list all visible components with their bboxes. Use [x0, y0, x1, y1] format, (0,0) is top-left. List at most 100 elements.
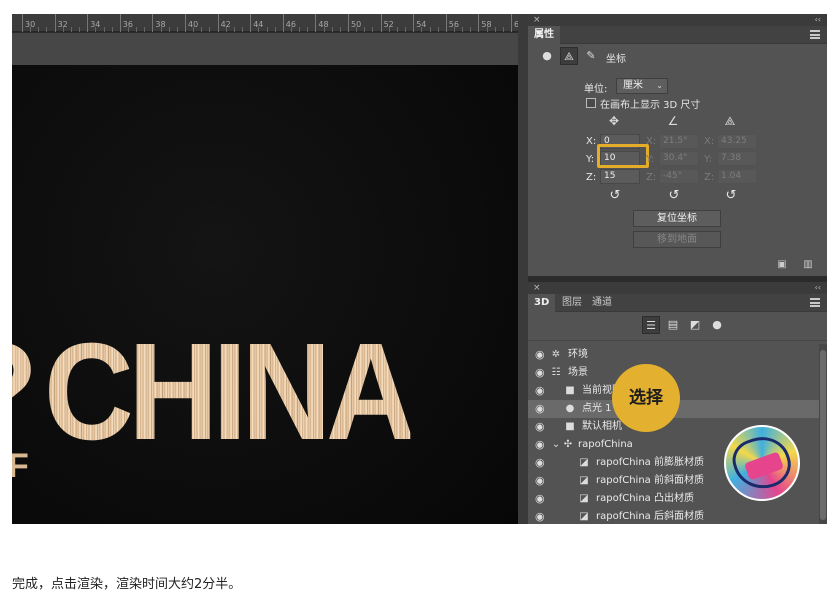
- ruler-major-tick: [22, 14, 23, 32]
- tab-properties[interactable]: 属性: [528, 26, 560, 44]
- ruler-minor-tick: [209, 27, 211, 32]
- eye-icon[interactable]: ◉: [535, 364, 545, 382]
- filter-divider: [528, 340, 827, 341]
- ruler-minor-tick: [396, 27, 398, 32]
- watermark-logo: [724, 425, 800, 501]
- properties-panel: × ‹‹ 属性 ● ⟁ ✎ 坐标 单位: 厘米 ⌄ 在画布上显示 3D 尺寸 ✥…: [528, 14, 827, 276]
- ruler-minor-tick: [364, 27, 366, 32]
- tab-3d[interactable]: 3D: [528, 294, 556, 312]
- eye-icon[interactable]: ◉: [535, 436, 545, 454]
- ruler-minor-tick: [421, 27, 423, 32]
- light-bulb-icon: ●: [565, 403, 575, 414]
- meshes-filter-icon[interactable]: ▤: [664, 316, 682, 334]
- layer-row[interactable]: ◉ ☷ 场景: [528, 364, 827, 382]
- layer-row[interactable]: ◉ ✲ 环境: [528, 346, 827, 364]
- ruler-minor-tick: [111, 27, 113, 32]
- scale-x-field[interactable]: 43.25: [717, 134, 757, 149]
- move-to-ground-button[interactable]: 移到地面: [633, 231, 721, 248]
- ruler-major-tick: [380, 14, 382, 32]
- ruler-minor-tick: [388, 27, 390, 32]
- rotation-y-label: Y:: [646, 154, 655, 165]
- document-canvas[interactable]: ? CHINA F: [12, 65, 518, 524]
- ruler-major-tick: [315, 14, 317, 32]
- light-bulb-icon[interactable]: ●: [538, 47, 556, 65]
- horizontal-ruler: 30323436384042444648505254565860: [12, 14, 537, 32]
- select-callout-badge: 选择: [612, 364, 680, 432]
- scale-y-label: Y:: [704, 154, 713, 165]
- material-icon: ◪: [579, 475, 589, 486]
- eye-icon[interactable]: ◉: [535, 454, 545, 472]
- ruler-major-tick: [445, 14, 447, 32]
- ruler-minor-tick: [38, 27, 40, 32]
- document-pasteboard: [12, 33, 518, 65]
- layer-row[interactable]: ◉ ◪ rapofChina 后斜面材质: [528, 508, 827, 524]
- rotation-x-field[interactable]: 21.5°: [659, 134, 699, 149]
- ruler-minor-tick: [437, 27, 439, 32]
- tab-layers[interactable]: 图层: [562, 294, 582, 312]
- rotation-y-field[interactable]: 30.4°: [659, 151, 699, 166]
- show-3d-size-label: 在画布上显示 3D 尺寸: [600, 100, 701, 111]
- panel-menu-icon[interactable]: [810, 30, 820, 39]
- collapse-panel-icon[interactable]: ‹‹: [815, 282, 821, 294]
- panel-menu-icon[interactable]: [810, 298, 820, 307]
- collapse-panel-icon[interactable]: ‹‹: [815, 14, 821, 26]
- scrollbar-thumb[interactable]: [820, 350, 826, 520]
- eye-icon[interactable]: ◉: [535, 472, 545, 490]
- ruler-minor-tick: [299, 27, 301, 32]
- ruler-minor-tick: [242, 27, 244, 32]
- ruler-minor-tick: [225, 27, 227, 32]
- 3d-panel-bar: × ‹‹: [528, 282, 827, 294]
- show-3d-size-checkbox[interactable]: [586, 98, 596, 108]
- render-icon[interactable]: ▣: [776, 259, 788, 270]
- eye-icon[interactable]: ◉: [535, 346, 545, 364]
- eye-icon[interactable]: ◉: [535, 490, 545, 508]
- scale-icon: ⟁: [724, 114, 736, 128]
- mode-label: 坐标: [606, 54, 626, 65]
- trash-icon[interactable]: ▥: [802, 259, 814, 270]
- chevron-down-icon[interactable]: ⌄: [550, 436, 562, 454]
- properties-mode-bar: ● ⟁ ✎ 坐标: [528, 45, 827, 67]
- unit-select[interactable]: 厘米 ⌄: [616, 78, 668, 94]
- eye-icon[interactable]: ◉: [535, 418, 545, 436]
- move-position-icon: ✥: [608, 114, 620, 128]
- scale-z-field[interactable]: 1.04: [717, 169, 757, 184]
- eye-icon[interactable]: ◉: [535, 400, 545, 418]
- eye-icon[interactable]: ◉: [535, 508, 545, 524]
- ruler-minor-tick: [307, 27, 309, 32]
- close-panel-icon[interactable]: ×: [533, 14, 541, 26]
- layers-scrollbar[interactable]: [819, 344, 827, 524]
- coordinates-mode-icon[interactable]: ⟁: [560, 47, 578, 65]
- material-icon: ◪: [579, 511, 589, 522]
- position-z-label: Z:: [586, 172, 597, 183]
- brush-icon[interactable]: ✎: [582, 47, 600, 65]
- ruler-minor-tick: [331, 27, 333, 32]
- ruler-minor-tick: [462, 27, 464, 32]
- ruler-minor-tick: [429, 27, 431, 32]
- tab-channels[interactable]: 通道: [592, 294, 612, 312]
- scale-y-field[interactable]: 7.38: [717, 151, 757, 166]
- close-panel-icon[interactable]: ×: [533, 282, 541, 294]
- ruler-minor-tick: [372, 27, 374, 32]
- ruler-minor-tick: [258, 27, 260, 32]
- reset-rotation-icon[interactable]: ↺: [664, 188, 684, 203]
- ruler-minor-tick: [290, 27, 292, 32]
- 3d-filter-bar: ☰ ▤ ◩ ●: [528, 312, 827, 338]
- ruler-minor-tick: [144, 27, 146, 32]
- reset-scale-icon[interactable]: ↺: [721, 188, 741, 203]
- ruler-major-tick: [348, 14, 349, 32]
- layer-name: rapofChina 前斜面材质: [596, 475, 704, 486]
- ruler-minor-tick: [30, 27, 32, 32]
- ruler-major-tick: [185, 14, 186, 32]
- lights-filter-icon[interactable]: ●: [708, 316, 726, 334]
- materials-filter-icon[interactable]: ◩: [686, 316, 704, 334]
- layer-name: 点光 1: [582, 403, 612, 414]
- ruler-minor-tick: [95, 27, 97, 32]
- reset-coordinates-button[interactable]: 复位坐标: [633, 210, 721, 227]
- rotation-z-field[interactable]: -45°: [659, 169, 699, 184]
- position-z-field[interactable]: 15: [600, 169, 640, 184]
- reset-position-icon[interactable]: ↺: [605, 188, 625, 203]
- canvas-scrollbar[interactable]: [518, 14, 528, 524]
- whole-scene-filter-icon[interactable]: ☰: [642, 316, 660, 334]
- eye-icon[interactable]: ◉: [535, 382, 545, 400]
- ruler-major-tick: [511, 14, 512, 32]
